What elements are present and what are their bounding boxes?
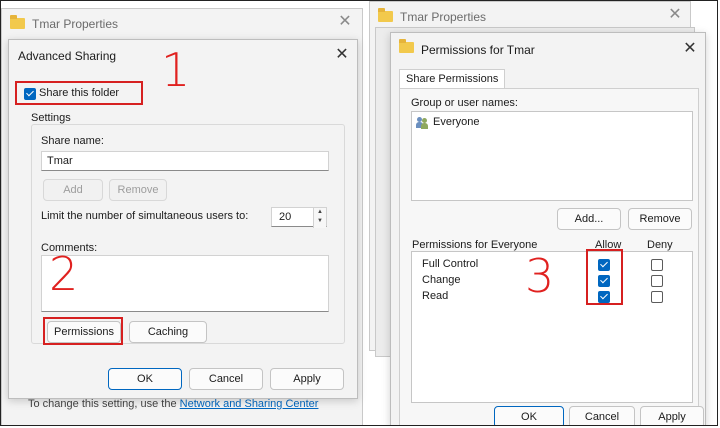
- limit-spinner[interactable]: ▲ ▼: [313, 208, 326, 228]
- ok-button[interactable]: OK: [494, 406, 564, 425]
- annotation-number-1: 1: [161, 43, 191, 97]
- network-sharing-center-link[interactable]: Network and Sharing Center: [180, 398, 319, 410]
- limit-users-input[interactable]: 20 ▲ ▼: [271, 207, 327, 228]
- share-name-input[interactable]: Tmar: [41, 151, 329, 171]
- close-icon[interactable]: ✕: [664, 4, 686, 26]
- add-button[interactable]: Add: [43, 179, 103, 201]
- tab-share-permissions[interactable]: Share Permissions: [399, 69, 506, 89]
- permissions-dialog: Permissions for Tmar ✕ Share Permissions…: [390, 32, 706, 425]
- dialog-title: Permissions for Tmar: [421, 43, 535, 57]
- apply-button[interactable]: Apply: [640, 406, 704, 425]
- limit-users-value: 20: [279, 211, 292, 223]
- ok-button[interactable]: OK: [108, 368, 182, 390]
- folder-icon: [378, 8, 393, 22]
- footer-text-line: To change this setting, use the Network …: [28, 398, 318, 410]
- titlebar: Permissions for Tmar ✕: [391, 33, 705, 63]
- read-deny-checkbox[interactable]: [651, 291, 663, 303]
- share-name-label: Share name:: [41, 135, 104, 147]
- cancel-button[interactable]: Cancel: [189, 368, 263, 390]
- folder-icon: [399, 39, 414, 53]
- annotation-number-2: 2: [49, 247, 79, 301]
- window-title: Tmar Properties: [32, 17, 119, 31]
- annotation-number-3: 3: [525, 249, 555, 303]
- screenshot-frame: Tmar Properties ✕ To change this setting…: [0, 0, 718, 426]
- full-control-deny-checkbox[interactable]: [651, 259, 663, 271]
- change-deny-checkbox[interactable]: [651, 275, 663, 287]
- close-icon[interactable]: ✕: [679, 38, 701, 60]
- footer-text: To change this setting, use the: [28, 398, 177, 410]
- annotation-box-permissions: [43, 317, 123, 345]
- permissions-for-everyone-label: Permissions for Everyone: [412, 239, 538, 251]
- add-user-button[interactable]: Add...: [557, 208, 621, 230]
- close-icon[interactable]: ✕: [334, 11, 356, 33]
- group-user-listbox[interactable]: Everyone: [411, 111, 693, 201]
- caching-button[interactable]: Caching: [129, 321, 207, 343]
- settings-group-label: Settings: [31, 112, 71, 124]
- comments-textarea[interactable]: [41, 255, 329, 312]
- apply-button[interactable]: Apply: [270, 368, 344, 390]
- limit-users-label: Limit the number of simultaneous users t…: [41, 210, 249, 222]
- user-everyone[interactable]: Everyone: [433, 116, 479, 128]
- spin-up-icon[interactable]: ▲: [314, 208, 326, 217]
- annotation-box-share-folder: [15, 81, 143, 105]
- annotation-box-allow-checkboxes: [586, 249, 623, 305]
- permission-name: Read: [422, 290, 449, 302]
- spin-down-icon[interactable]: ▼: [314, 217, 326, 226]
- permission-name: Change: [422, 274, 461, 286]
- users-icon: [416, 117, 430, 129]
- group-user-names-label: Group or user names:: [411, 97, 518, 109]
- remove-button[interactable]: Remove: [109, 179, 167, 201]
- cancel-button[interactable]: Cancel: [569, 406, 635, 425]
- folder-icon: [10, 15, 25, 29]
- deny-column-header: Deny: [647, 239, 673, 251]
- permission-name: Full Control: [422, 258, 479, 270]
- dialog-title: Advanced Sharing: [18, 49, 117, 63]
- close-icon[interactable]: ✕: [331, 44, 353, 66]
- remove-user-button[interactable]: Remove: [628, 208, 692, 230]
- titlebar: Tmar Properties ✕: [2, 9, 362, 39]
- window-title: Tmar Properties: [400, 10, 487, 24]
